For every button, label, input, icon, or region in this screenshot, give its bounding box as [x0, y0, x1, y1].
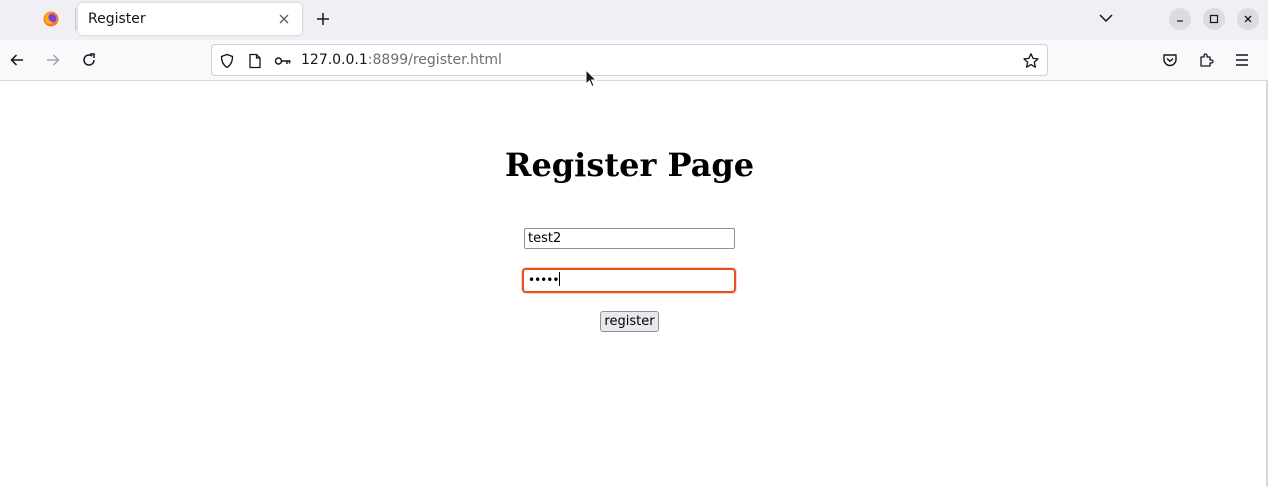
page-title: Register Page	[504, 146, 755, 184]
page-icon	[249, 53, 261, 69]
tab-close-button[interactable]	[274, 9, 294, 29]
minimize-button[interactable]	[1169, 8, 1191, 30]
close-window-icon	[1244, 15, 1252, 23]
maximize-button[interactable]	[1203, 8, 1225, 30]
url-text[interactable]: 127.0.0.1:8899/register.html	[301, 52, 502, 68]
password-input[interactable]: •••••	[522, 268, 736, 293]
forward-icon	[47, 54, 60, 66]
tab-strip: Register	[0, 0, 1268, 40]
key-icon	[274, 57, 291, 65]
pocket-button[interactable]	[1156, 46, 1184, 74]
bookmark-button[interactable]	[1022, 52, 1040, 70]
forward-button[interactable]	[39, 46, 67, 74]
list-all-tabs-button[interactable]	[1094, 6, 1118, 30]
minimize-icon	[1177, 20, 1183, 22]
page-content: Register Page ••••• register	[0, 81, 1268, 487]
reload-button[interactable]	[75, 46, 103, 74]
site-info-button[interactable]	[246, 52, 264, 70]
pocket-icon	[1163, 54, 1177, 67]
mouse-cursor-icon	[585, 69, 597, 88]
close-icon	[279, 14, 289, 24]
extensions-button[interactable]	[1192, 46, 1220, 74]
saved-logins-button[interactable]	[274, 52, 292, 70]
back-button[interactable]	[3, 46, 31, 74]
tab-register[interactable]: Register	[78, 3, 302, 35]
text-caret	[559, 272, 561, 286]
password-masked-value: •••••	[528, 273, 559, 287]
close-window-button[interactable]	[1237, 8, 1259, 30]
tab-separator	[75, 8, 76, 30]
tracking-protection-button[interactable]	[218, 52, 236, 70]
new-tab-icon	[317, 13, 329, 25]
tab-list-icon	[1099, 14, 1113, 23]
firefox-view-button[interactable]	[28, 2, 74, 36]
navigation-toolbar: 127.0.0.1:8899/register.html	[0, 40, 1268, 81]
register-button[interactable]: register	[600, 311, 659, 332]
maximize-icon	[1209, 14, 1219, 24]
reload-icon	[83, 53, 95, 66]
new-tab-button[interactable]	[310, 6, 336, 32]
back-icon	[10, 54, 23, 66]
shield-icon	[220, 53, 234, 69]
url-path: :8899/register.html	[367, 52, 502, 68]
tab-title: Register	[88, 11, 146, 27]
bookmark-star-icon	[1023, 53, 1039, 68]
firefox-logo-icon	[43, 11, 59, 27]
url-bar[interactable]: 127.0.0.1:8899/register.html	[211, 44, 1048, 76]
url-host: 127.0.0.1	[301, 52, 368, 68]
username-input[interactable]	[524, 228, 735, 249]
extensions-icon	[1200, 53, 1214, 67]
menu-icon	[1236, 54, 1248, 66]
app-menu-button[interactable]	[1228, 46, 1256, 74]
